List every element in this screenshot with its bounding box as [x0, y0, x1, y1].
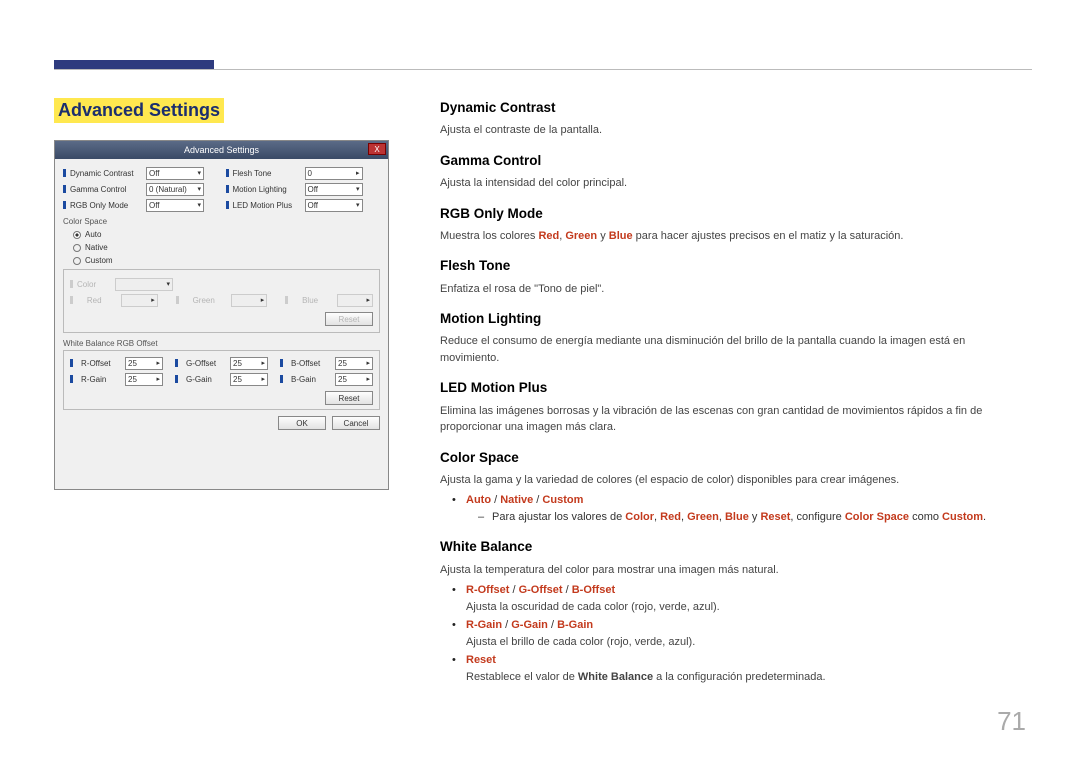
row-rgb-only-mode: RGB Only ModeOff▾ [63, 197, 218, 213]
chevron-down-icon: ▾ [197, 185, 201, 193]
dialog-title: Advanced Settings [184, 145, 259, 155]
select-g-gain[interactable]: 25▸ [230, 373, 268, 386]
p-flesh-tone: Enfatiza el rosa de "Tono de piel". [440, 281, 1026, 298]
dialog-titlebar: Advanced Settings X [55, 141, 388, 159]
h-dynamic-contrast: Dynamic Contrast [440, 98, 1026, 118]
doc-body: Dynamic Contrast Ajusta el contraste de … [440, 98, 1026, 687]
p-gamma-control: Ajusta la intensidad del color principal… [440, 175, 1026, 192]
select-color: ▾ [115, 278, 173, 291]
li-wb-offset: R-Offset / G-Offset / B-Offset Ajusta la… [466, 582, 1026, 615]
white-balance-box: R-Offset25▸ G-Offset25▸ B-Offset25▸ R-Ga… [63, 350, 380, 410]
page-number: 71 [997, 706, 1026, 737]
p-led-motion-plus: Elimina las imágenes borrosas y la vibra… [440, 403, 1026, 436]
select-r-gain[interactable]: 25▸ [125, 373, 163, 386]
close-icon[interactable]: X [368, 143, 386, 155]
select-led-motion-plus[interactable]: Off▾ [305, 199, 363, 212]
radio-custom[interactable]: Custom [63, 254, 380, 267]
select-red: ▸ [121, 294, 157, 307]
chevron-down-icon: ▾ [356, 201, 360, 209]
ok-button[interactable]: OK [278, 416, 326, 430]
row-motion-lighting: Motion LightingOff▾ [226, 181, 381, 197]
row-dynamic-contrast: Dynamic ContrastOff▾ [63, 165, 218, 181]
group-white-balance: White Balance RGB Offset [63, 339, 380, 348]
select-motion-lighting[interactable]: Off▾ [305, 183, 363, 196]
radio-native[interactable]: Native [63, 241, 380, 254]
li-wb-reset: Reset Restablece el valor de White Balan… [466, 652, 1026, 685]
select-blue: ▸ [337, 294, 373, 307]
h-flesh-tone: Flesh Tone [440, 256, 1026, 276]
li-color-space-opts: Auto / Native / Custom Para ajustar los … [466, 492, 1026, 525]
select-dynamic-contrast[interactable]: Off▾ [146, 167, 204, 180]
p-motion-lighting: Reduce el consumo de energía mediante un… [440, 333, 1026, 366]
section-title: Advanced Settings [54, 98, 224, 123]
header-rule [54, 69, 1032, 70]
row-led-motion-plus: LED Motion PlusOff▾ [226, 197, 381, 213]
reset-white-balance-button[interactable]: Reset [325, 391, 373, 405]
radio-auto[interactable]: Auto [63, 228, 380, 241]
h-led-motion-plus: LED Motion Plus [440, 378, 1026, 398]
select-b-offset[interactable]: 25▸ [335, 357, 373, 370]
p-dynamic-contrast: Ajusta el contraste de la pantalla. [440, 122, 1026, 139]
select-rgb-only-mode[interactable]: Off▾ [146, 199, 204, 212]
p-rgb-only-mode: Muestra los colores Red, Green y Blue pa… [440, 228, 1026, 245]
select-r-offset[interactable]: 25▸ [125, 357, 163, 370]
h-gamma-control: Gamma Control [440, 151, 1026, 171]
chevron-down-icon: ▾ [197, 169, 201, 177]
osd-dialog: Advanced Settings X Dynamic ContrastOff▾… [54, 140, 389, 490]
chevron-down-icon: ▾ [197, 201, 201, 209]
h-white-balance: White Balance [440, 537, 1026, 557]
h-rgb-only-mode: RGB Only Mode [440, 204, 1026, 224]
cancel-button[interactable]: Cancel [332, 416, 380, 430]
row-gamma-control: Gamma Control0 (Natural)▾ [63, 181, 218, 197]
select-green: ▸ [231, 294, 267, 307]
select-g-offset[interactable]: 25▸ [230, 357, 268, 370]
reset-color-space-button: Reset [325, 312, 373, 326]
p-white-balance: Ajusta la temperatura del color para mos… [440, 562, 1026, 579]
select-gamma-control[interactable]: 0 (Natural)▾ [146, 183, 204, 196]
chevron-down-icon: ▾ [356, 185, 360, 193]
li-color-space-sub: Para ajustar los valores de Color, Red, … [492, 509, 1026, 526]
li-wb-gain: R-Gain / G-Gain / B-Gain Ajusta el brill… [466, 617, 1026, 650]
custom-color-box: Color▾ Red▸ Green▸ Blue▸ Reset [63, 269, 380, 333]
h-motion-lighting: Motion Lighting [440, 309, 1026, 329]
select-flesh-tone[interactable]: 0▸ [305, 167, 363, 180]
row-flesh-tone: Flesh Tone0▸ [226, 165, 381, 181]
h-color-space: Color Space [440, 448, 1026, 468]
group-color-space: Color Space [63, 217, 380, 226]
p-color-space: Ajusta la gama y la variedad de colores … [440, 472, 1026, 489]
manual-page: Advanced Settings Advanced Settings X Dy… [0, 0, 1080, 763]
select-b-gain[interactable]: 25▸ [335, 373, 373, 386]
chevron-down-icon: ▸ [356, 169, 360, 177]
